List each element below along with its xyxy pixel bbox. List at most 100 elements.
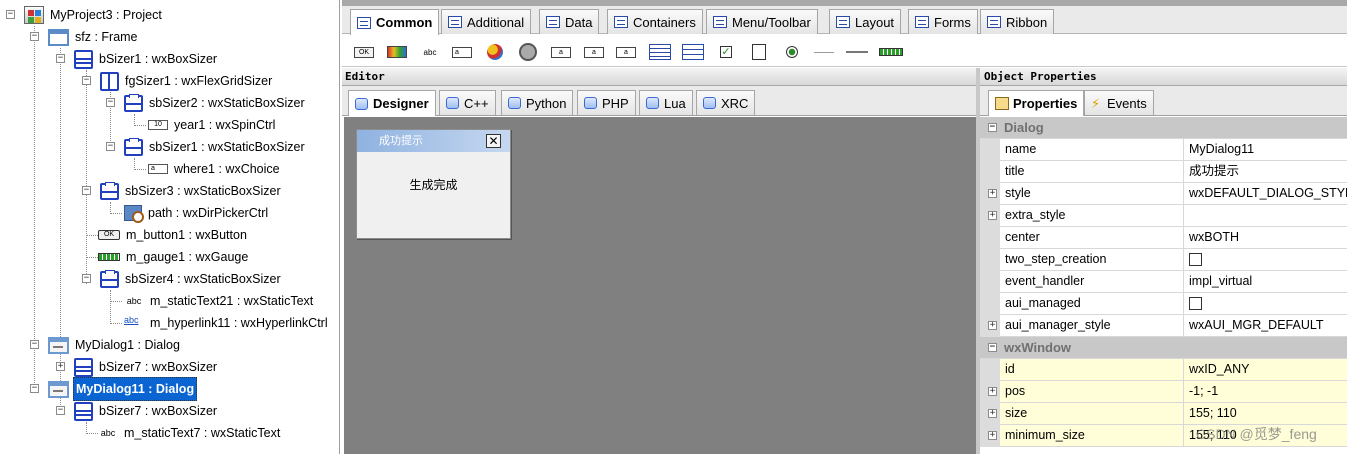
property-value[interactable]: -1; -1 [1183,381,1218,403]
property-row[interactable]: + size 155; 110 [980,403,1347,425]
dialog-preview[interactable]: 成功提示 ✕ 生成完成 [356,129,511,239]
tree-item-spinctrl[interactable]: 10 year1 : wxSpinCtrl [148,114,277,136]
checkbox[interactable] [1189,297,1202,310]
checkbox-tool-icon[interactable]: ✓ [714,44,738,60]
collapse-icon[interactable]: − [82,186,91,195]
property-value[interactable]: wxAUI_MGR_DEFAULT [1183,315,1324,337]
radiobutton-tool-icon[interactable] [780,44,804,60]
animation-tool-icon[interactable] [516,43,540,61]
tab-layout[interactable]: Layout [829,9,902,34]
collapse-icon[interactable]: − [30,340,39,349]
expand-icon[interactable]: + [988,431,997,440]
tree-item-dialog-selected[interactable]: − MyDialog11 : Dialog [30,377,198,401]
tab-menu-toolbar[interactable]: Menu/Toolbar [706,9,818,34]
collapse-icon[interactable]: − [56,406,65,415]
tree-item-gauge[interactable]: m_gauge1 : wxGauge [98,246,250,268]
expand-icon[interactable]: + [988,387,997,396]
tree-item-staticboxsizer[interactable]: − sbSizer4 : wxStaticBoxSizer [82,268,283,290]
property-row[interactable]: + aui_manager_style wxAUI_MGR_DEFAULT [980,315,1347,337]
property-value[interactable]: wxBOTH [1183,227,1239,249]
expand-icon[interactable]: + [988,321,997,330]
collapse-icon[interactable]: − [988,123,997,132]
tree-item-project[interactable]: − MyProject3 : Project [6,4,164,26]
listbox-tool-icon[interactable] [648,44,672,60]
gauge-tool-icon[interactable] [879,44,903,60]
close-icon[interactable]: ✕ [486,134,501,148]
tree-item-hyperlink[interactable]: abc m_hyperlink11 : wxHyperlinkCtrl [124,312,330,334]
tree-item-boxsizer[interactable]: − bSizer1 : wxBoxSizer [56,48,219,70]
expand-icon[interactable]: + [988,409,997,418]
tree-item-staticboxsizer[interactable]: − sbSizer1 : wxStaticBoxSizer [106,136,307,158]
collapse-icon[interactable]: − [82,76,91,85]
property-value[interactable]: wxID_ANY [1183,359,1249,381]
tab-data[interactable]: Data [539,9,600,34]
tree-item-boxsizer[interactable]: − bSizer7 : wxBoxSizer [56,400,219,422]
tree-item-staticboxsizer[interactable]: − sbSizer2 : wxStaticBoxSizer [106,92,307,114]
tree-item-flexgridsizer[interactable]: − fgSizer1 : wxFlexGridSizer [82,70,274,92]
collapse-icon[interactable]: − [106,98,115,107]
tree-item-dialog[interactable]: − MyDialog1 : Dialog [30,334,182,356]
tab-containers[interactable]: Containers [607,9,703,34]
property-row[interactable]: + pos -1; -1 [980,381,1347,403]
staticline-tool-icon[interactable] [812,44,836,60]
tree-item-boxsizer[interactable]: + bSizer7 : wxBoxSizer [56,356,219,378]
property-value[interactable]: 成功提示 [1183,161,1239,183]
collapse-icon[interactable]: − [988,343,997,352]
staticbitmap-tool-icon[interactable] [483,44,507,60]
property-row[interactable]: aui_managed [980,293,1347,315]
radiobox-tool-icon[interactable] [747,44,771,60]
collapse-icon[interactable]: − [82,274,91,283]
property-row[interactable]: name MyDialog11 [980,139,1347,161]
checkbox[interactable] [1189,253,1202,266]
expand-icon[interactable]: + [988,189,997,198]
category-wxwindow[interactable]: − wxWindow [980,337,1347,359]
property-row[interactable]: + extra_style [980,205,1347,227]
property-row[interactable]: event_handler impl_virtual [980,271,1347,293]
collapse-icon[interactable]: − [106,142,115,151]
tab-common[interactable]: Common [350,9,440,35]
collapse-icon[interactable]: − [56,54,65,63]
collapse-icon[interactable]: − [6,10,15,19]
property-row[interactable]: + style wxDEFAULT_DIALOG_STYLE [980,183,1347,205]
tab-python[interactable]: Python [501,90,574,115]
tree-item-staticboxsizer[interactable]: − sbSizer3 : wxStaticBoxSizer [82,180,283,202]
textctrl-tool-icon[interactable]: a [450,44,474,60]
listctrl-tool-icon[interactable] [681,44,705,60]
category-dialog[interactable]: − Dialog [980,117,1347,139]
property-row[interactable]: center wxBOTH [980,227,1347,249]
button-tool-icon[interactable]: OK [352,44,376,60]
tree-item-frame[interactable]: − sfz : Frame [30,26,140,48]
tree-item-statictext[interactable]: abc m_staticText7 : wxStaticText [98,422,282,444]
tab-xrc[interactable]: XRC [696,90,756,115]
tree-item-dirpicker[interactable]: path : wxDirPickerCtrl [124,202,270,224]
tab-additional[interactable]: Additional [441,9,532,34]
choice-tool-icon[interactable]: a [614,44,638,60]
property-row[interactable]: two_step_creation [980,249,1347,271]
combobox-tool-icon[interactable]: a [549,44,573,60]
property-value[interactable] [1183,205,1189,227]
dialog-static-text[interactable]: 生成完成 [357,176,510,193]
property-row[interactable]: title 成功提示 [980,161,1347,183]
property-value[interactable]: wxDEFAULT_DIALOG_STYLE [1183,183,1347,205]
tab-cpp[interactable]: C++ [439,90,496,115]
collapse-icon[interactable]: − [30,32,39,41]
tab-events[interactable]: ⚡ Events [1084,90,1154,115]
property-value[interactable]: MyDialog11 [1183,139,1254,161]
tab-ribbon[interactable]: Ribbon [980,9,1055,34]
tab-properties[interactable]: Properties [988,90,1085,116]
statictext-tool-icon[interactable]: abc [418,44,442,60]
bitmap-button-tool-icon[interactable] [385,44,409,60]
expand-icon[interactable]: + [988,211,997,220]
collapse-icon[interactable]: − [30,384,39,393]
bitmapcombo-tool-icon[interactable]: a [582,44,606,60]
slider-tool-icon[interactable] [845,44,869,60]
tab-designer[interactable]: Designer [348,90,436,116]
tab-php[interactable]: PHP [577,90,636,115]
tab-forms[interactable]: Forms [908,9,978,34]
property-value[interactable]: impl_virtual [1183,271,1252,293]
expand-icon[interactable]: + [56,362,65,371]
tree-item-button[interactable]: OK m_button1 : wxButton [98,224,249,246]
tree-item-statictext[interactable]: abc m_staticText21 : wxStaticText [124,290,315,312]
designer-canvas[interactable]: 成功提示 ✕ 生成完成 [344,117,976,454]
tab-lua[interactable]: Lua [639,90,693,115]
